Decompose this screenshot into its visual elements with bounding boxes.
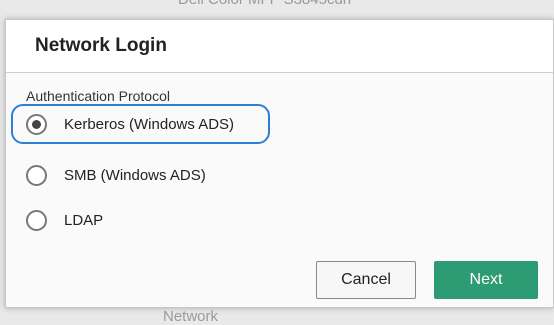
network-login-dialog: Network Login Authentication Protocol Ke… [5,19,554,308]
radio-label-smb: SMB (Windows ADS) [64,166,206,184]
background-printer-name: Dell Color MFP S3845cdn [178,0,351,8]
radio-button-ldap[interactable] [26,209,47,231]
radio-label-kerberos: Kerberos (Windows ADS) [64,115,235,133]
radio-option-kerberos[interactable]: Kerberos (Windows ADS) [11,104,270,144]
radio-option-ldap[interactable]: LDAP [26,206,103,234]
authentication-protocol-label: Authentication Protocol [26,88,170,104]
radio-option-smb[interactable]: SMB (Windows ADS) [26,161,206,189]
radio-label-ldap: LDAP [64,211,104,229]
radio-button-smb[interactable] [26,164,47,186]
radio-button-kerberos[interactable] [26,113,47,135]
dialog-title: Network Login [35,35,167,56]
background-network-label: Network [163,308,219,325]
next-button[interactable]: Next [434,261,538,299]
cancel-button[interactable]: Cancel [316,261,416,299]
dialog-body: Authentication Protocol Kerberos (Window… [6,73,553,307]
dialog-header: Network Login [6,20,553,73]
